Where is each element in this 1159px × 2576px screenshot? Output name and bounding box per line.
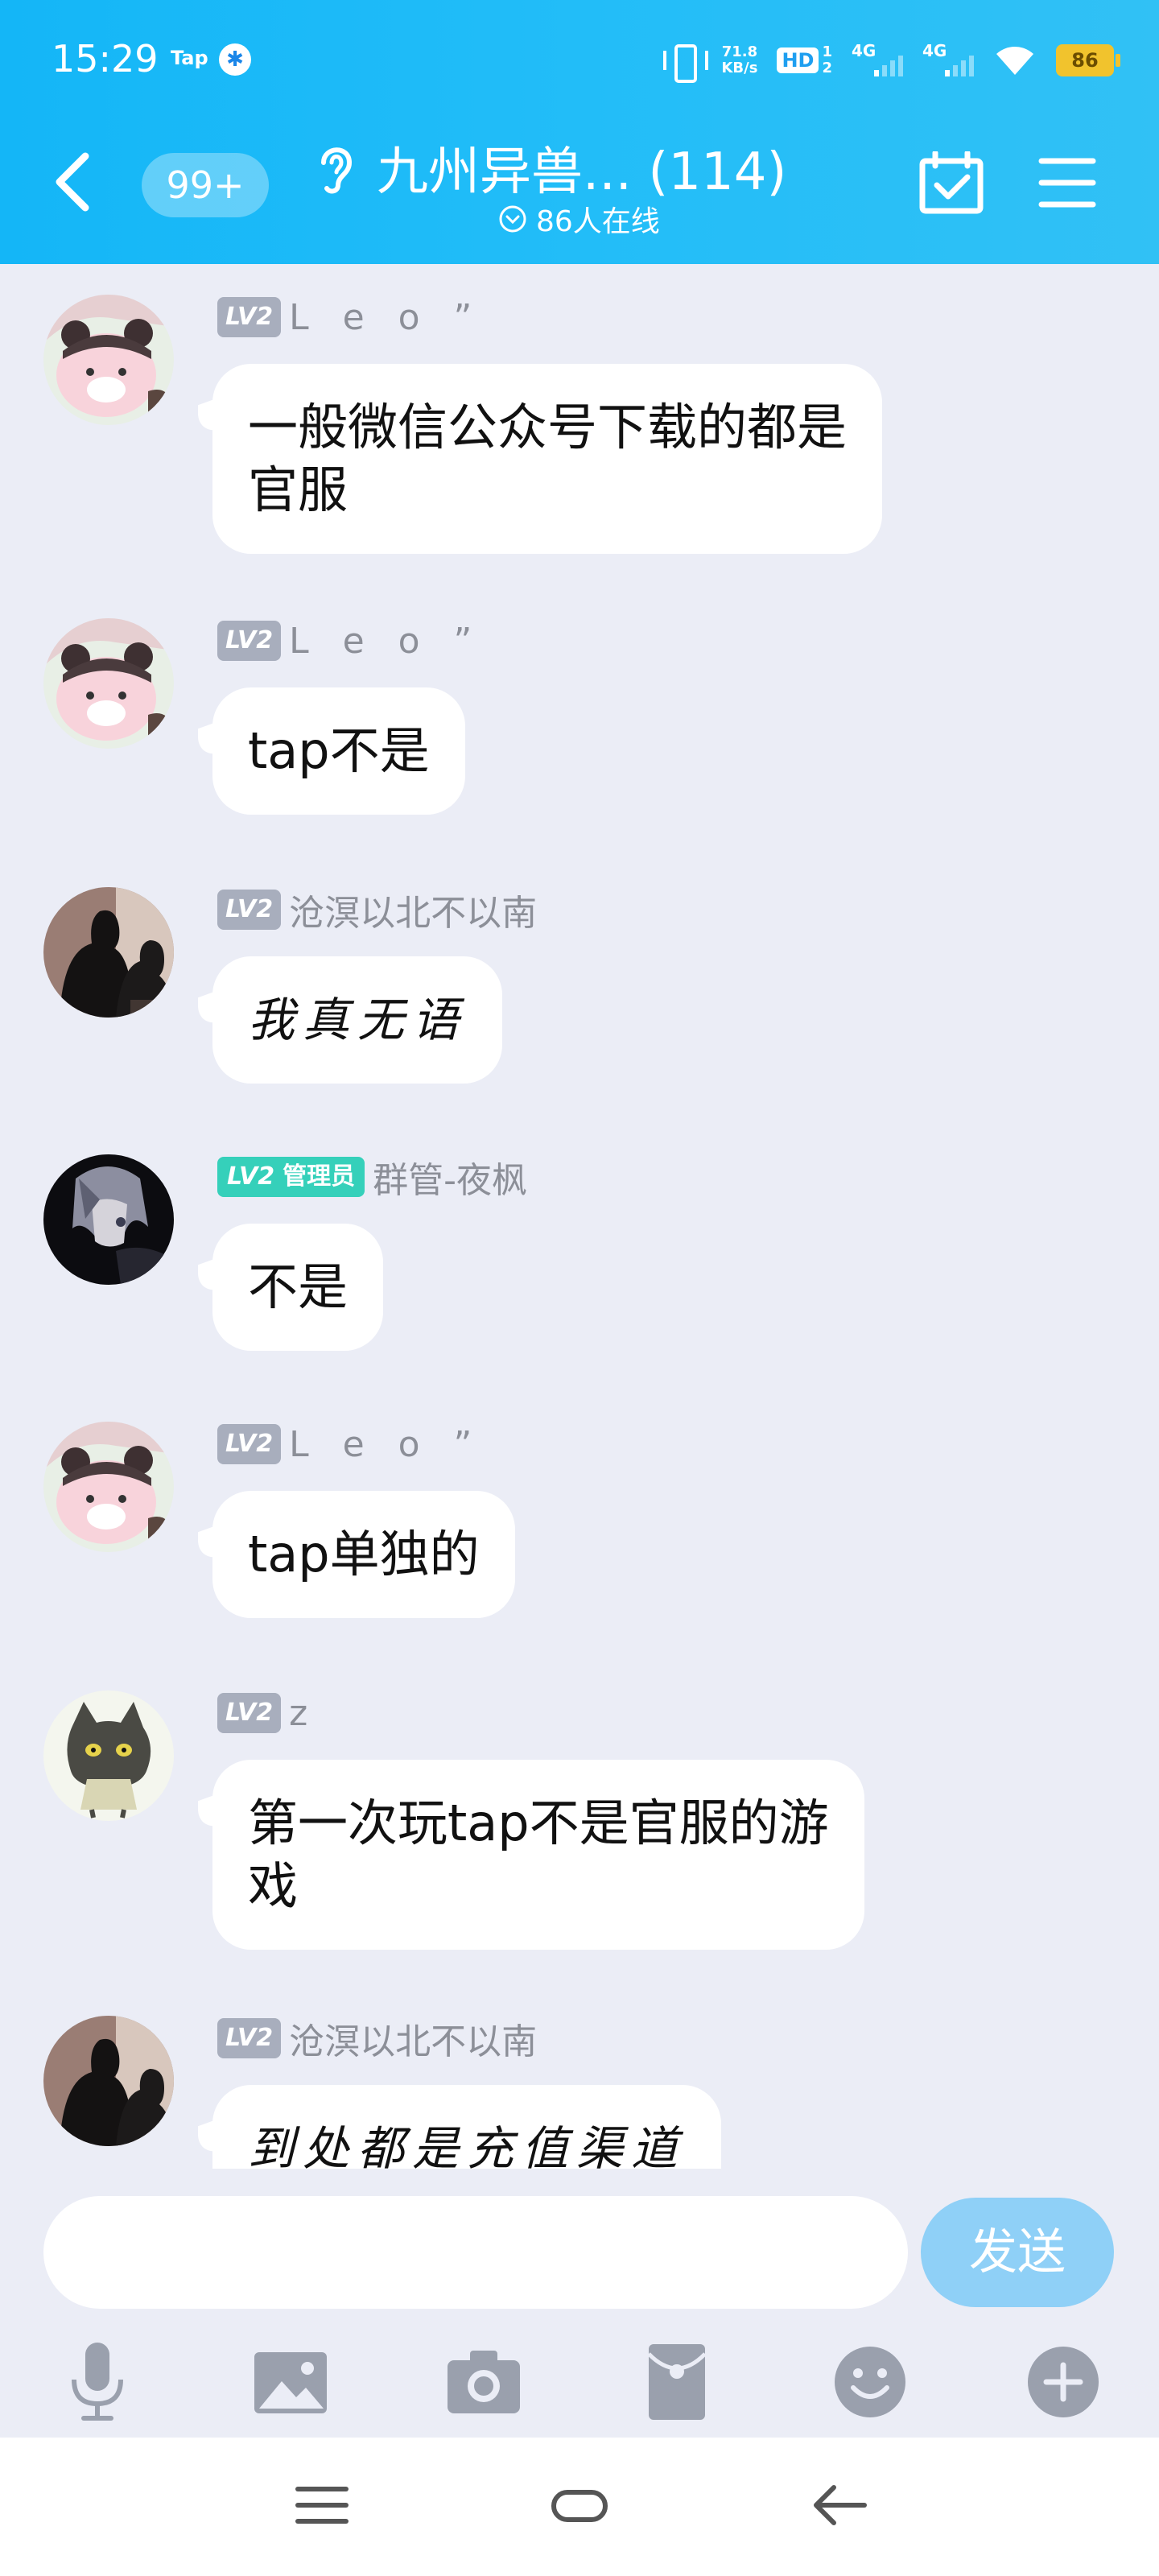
level-badge: LV2 [217,890,282,930]
status-bar: 15:29 Tap ✱ 71.8 KB/s HD 1 2 4G 4G 86 [0,0,1159,121]
message-text-line: 官服 [248,460,349,519]
level-badge: LV2 [227,1162,275,1191]
microphone-icon[interactable] [53,2338,142,2426]
level-badge: LV2 [217,297,282,337]
home-icon[interactable] [541,2473,618,2537]
tap-app-icon: Tap [171,47,208,69]
message-bubble[interactable]: tap单独的 [212,1491,515,1618]
message-text-line: 我真无语 [248,993,468,1047]
sender-info: LV2 管理员 群管-夜枫 [217,1154,527,1201]
sender-name[interactable]: z [289,1693,307,1734]
message-text-line: 一般微信公众号下载的都是 [248,398,848,456]
vibrate-icon [663,41,709,83]
level-badge: LV2 [217,621,282,661]
message-text-line: tap不是 [248,721,430,780]
recent-apps-icon[interactable] [283,2473,361,2537]
message-input[interactable] [43,2196,908,2309]
sender-name[interactable]: L e o ˮ [289,297,483,338]
network-speed-unit: KB/s [721,60,758,76]
message-bubble[interactable]: 到处都是充值渠道 [212,2085,722,2169]
plus-icon[interactable] [1019,2338,1107,2426]
sim1-signal-icon: 4G [852,41,903,80]
avatar[interactable] [43,2016,174,2146]
sender-info: LV2 L e o ˮ [217,618,483,663]
ear-icon [321,147,353,194]
title-bar: 99+ 九州异兽... (114) 86人在线 [0,121,1159,264]
level-badge: LV2 [217,2018,282,2058]
system-navigation-bar [0,2438,1159,2576]
send-button[interactable]: 发送 [921,2198,1114,2307]
back-button[interactable] [45,148,103,216]
camera-icon[interactable] [439,2338,528,2426]
hd-sub-top: 1 [822,43,832,60]
online-count: 86人在线 [497,198,660,240]
image-icon[interactable] [246,2338,335,2426]
hd-sub-bottom: 2 [822,60,832,76]
hd-label: HD [777,47,819,73]
calendar-check-icon[interactable] [918,151,985,216]
red-packet-icon[interactable] [633,2338,721,2426]
message-bubble[interactable]: 第一次玩tap不是官服的游 戏 [212,1760,864,1950]
sim1-network-label: 4G [852,41,876,60]
message-text-line: 到处都是充值渠道 [248,2121,687,2169]
admin-badge: LV2 管理员 [217,1157,365,1197]
message-bubble[interactable]: 我真无语 [212,956,503,1084]
avatar[interactable] [43,295,174,425]
bluetooth-icon: ✱ [219,43,251,76]
unread-count-badge[interactable]: 99+ [142,153,269,217]
hd-volte-icon: HD 1 2 [777,44,832,76]
avatar[interactable] [43,618,174,749]
message-bubble[interactable]: 不是 [212,1224,384,1351]
message-list[interactable]: LV2 L e o ˮ 一般微信公众号下载的都是 官服 LV2 L e o ˮ … [0,264,1159,2169]
avatar[interactable] [43,1422,174,1552]
emoji-icon[interactable] [826,2338,914,2426]
group-chat-title[interactable]: 九州异兽... (114) [377,130,786,204]
back-nav-icon[interactable] [800,2473,877,2537]
sim2-network-label: 4G [922,41,947,60]
avatar[interactable] [43,887,174,1018]
message-bubble[interactable]: tap不是 [212,687,465,815]
sender-info: LV2 L e o ˮ [217,1422,483,1467]
sender-name[interactable]: 沧溟以北不以南 [289,2013,537,2064]
chevron-down-circle-icon [499,205,526,233]
sender-name[interactable]: L e o ˮ [289,1424,483,1465]
message-text-line: tap单独的 [248,1525,480,1583]
avatar[interactable] [43,1690,174,1821]
message-text-line: 戏 [248,1856,299,1915]
input-toolbar [0,2338,1159,2426]
menu-icon[interactable] [1038,155,1096,211]
chat-header: 15:29 Tap ✱ 71.8 KB/s HD 1 2 4G 4G 86 99… [0,0,1159,264]
status-icons: 71.8 KB/s HD 1 2 4G 4G 86 [663,39,1120,83]
sender-info: LV2 沧溟以北不以南 [217,884,537,935]
network-speed: 71.8 KB/s [721,44,757,76]
input-area: 发送 [0,2169,1159,2438]
message-text-line: 不是 [248,1257,349,1316]
sender-info: LV2 L e o ˮ [217,295,483,340]
sender-info: LV2 z [217,1690,307,1736]
battery-icon: 86 [1056,44,1120,76]
sender-name[interactable]: 沧溟以北不以南 [289,884,537,935]
role-label: 管理员 [283,1162,356,1191]
sender-name[interactable]: 群管-夜枫 [373,1151,527,1203]
sender-info: LV2 沧溟以北不以南 [217,2013,537,2064]
sim2-signal-icon: 4G [922,41,974,80]
message-text-line: 第一次玩tap不是官服的游 [248,1794,829,1852]
avatar[interactable] [43,1154,174,1285]
sender-name[interactable]: L e o ˮ [289,621,483,662]
network-speed-value: 71.8 [721,43,758,60]
level-badge: LV2 [217,1424,282,1464]
message-bubble[interactable]: 一般微信公众号下载的都是 官服 [212,364,883,554]
online-text: 86人在线 [536,205,660,238]
wifi-icon [996,47,1033,75]
level-badge: LV2 [217,1693,282,1733]
status-time: 15:29 [52,37,159,80]
